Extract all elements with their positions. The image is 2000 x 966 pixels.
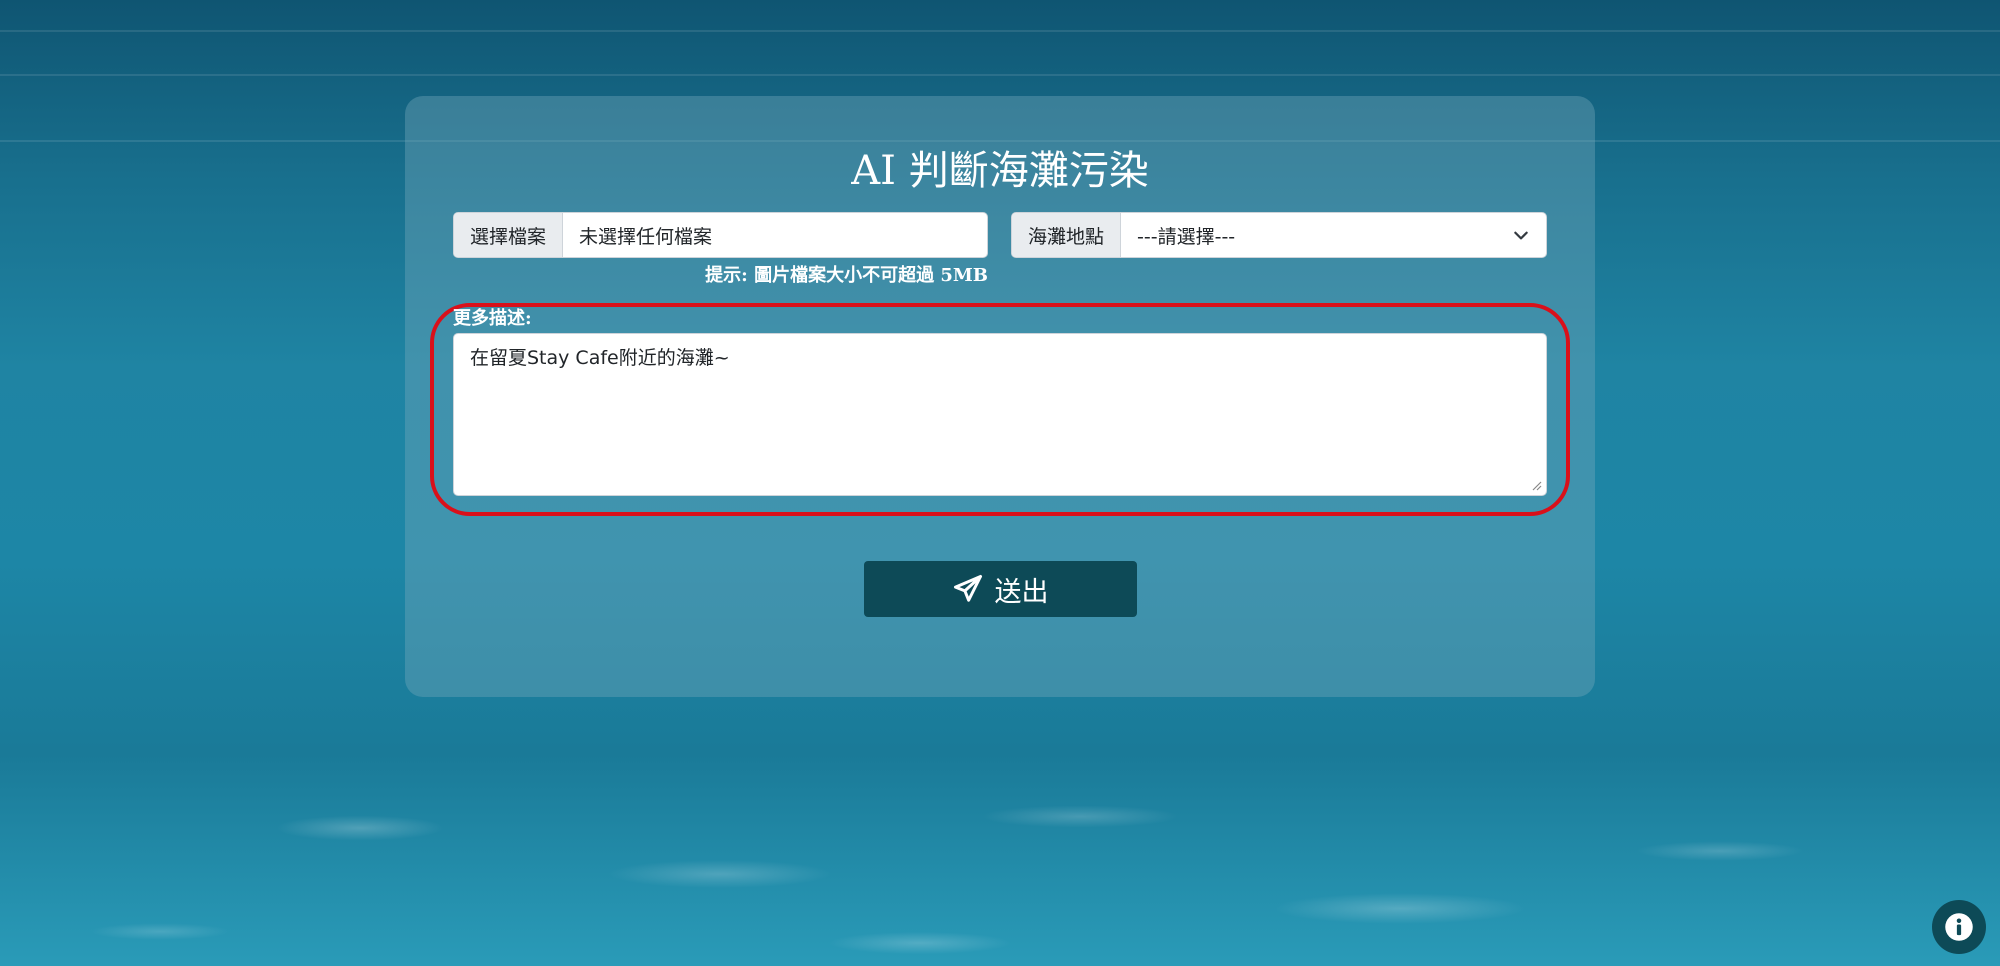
chevron-down-icon: [1514, 231, 1528, 240]
submit-label: 送出: [994, 576, 1049, 608]
description-text: 在留夏Stay Cafe附近的海灘~: [470, 347, 730, 369]
location-input-group[interactable]: 海灘地點 ---請選擇---: [1011, 212, 1547, 258]
location-select[interactable]: ---請選擇---: [1121, 213, 1546, 257]
file-size-hint: 提示: 圖片檔案大小不可超過 5MB: [705, 265, 988, 286]
info-icon: [1945, 913, 1973, 941]
file-status: 未選擇任何檔案: [579, 225, 713, 248]
page-title: AI 判斷海灘污染: [851, 148, 1149, 194]
resize-handle-icon[interactable]: [1530, 479, 1542, 491]
choose-file-button[interactable]: 選擇檔案: [454, 213, 564, 257]
description-label: 更多描述:: [453, 308, 532, 329]
file-input-group[interactable]: 選擇檔案 未選擇任何檔案: [453, 212, 988, 258]
info-button[interactable]: [1932, 900, 1986, 954]
paper-plane-icon: [953, 574, 983, 604]
background-ripple: [0, 30, 2000, 32]
background-ripple: [0, 74, 2000, 76]
location-selected-value: ---請選擇---: [1137, 225, 1236, 248]
form-card: AI 判斷海灘污染 選擇檔案 未選擇任何檔案 海灘地點 ---請選擇--- 提示…: [405, 96, 1595, 697]
submit-button[interactable]: 送出: [864, 561, 1137, 617]
location-label: 海灘地點: [1012, 213, 1122, 257]
description-textarea[interactable]: 在留夏Stay Cafe附近的海灘~: [453, 333, 1547, 496]
background-caustics: [0, 736, 2000, 966]
